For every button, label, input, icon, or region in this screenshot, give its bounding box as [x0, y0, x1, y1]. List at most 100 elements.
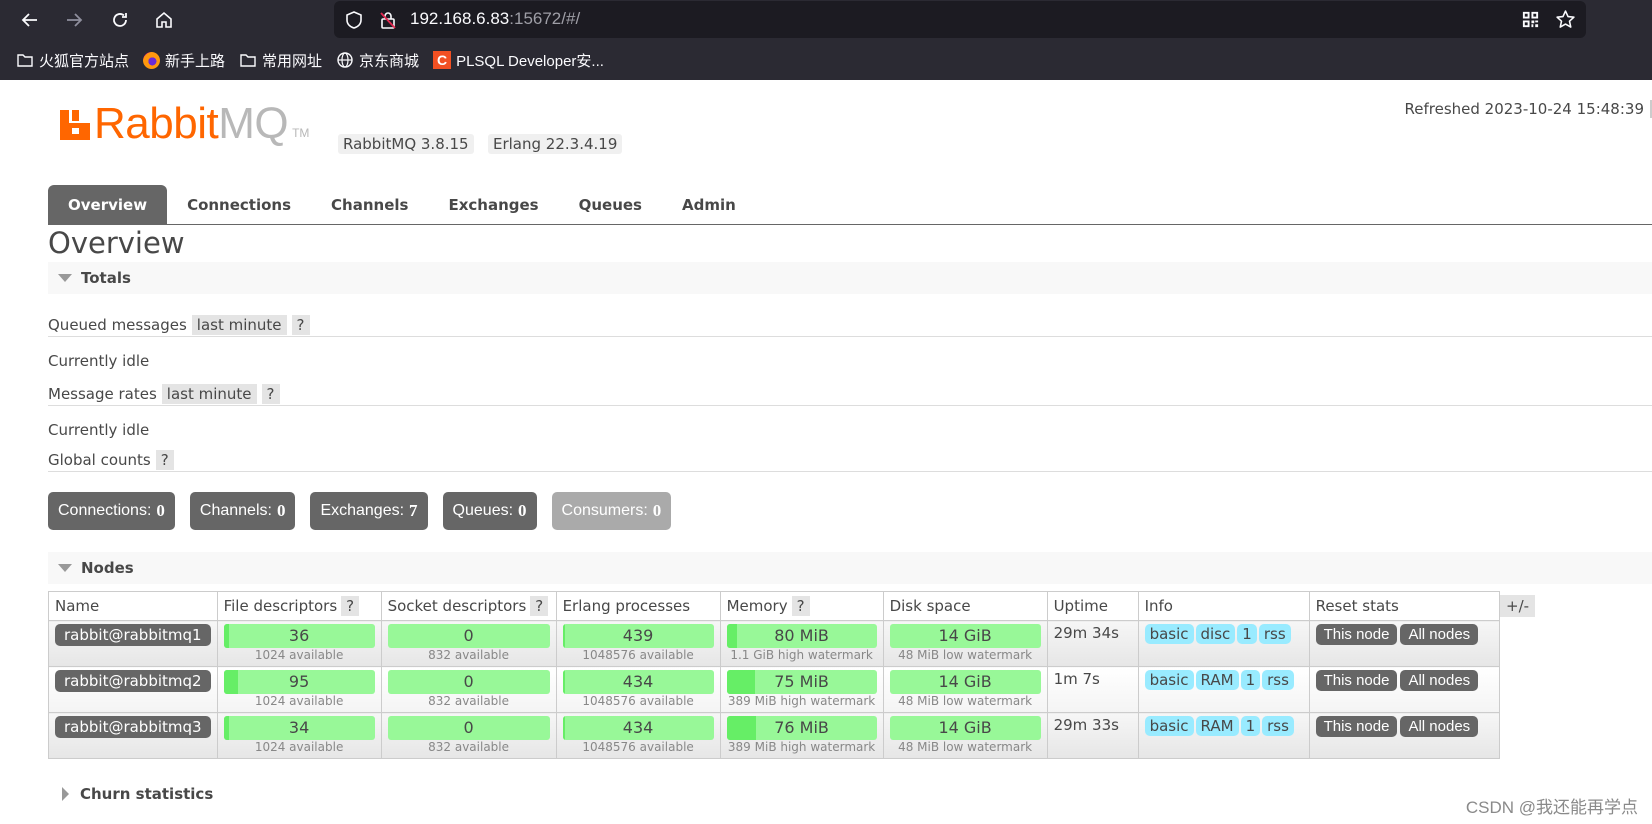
node-row: rabbit@rabbitmq3 34 1024 available 0 832 a…: [48, 712, 1500, 759]
bar-value: 34: [288, 718, 310, 737]
count-label: Consumers:: [561, 502, 648, 519]
shield-icon[interactable]: [344, 10, 364, 30]
address-bar[interactable]: 192.168.6.83:15672/#/: [334, 1, 1586, 38]
info-tag: basic: [1144, 670, 1194, 690]
bookmark-item[interactable]: 京东商城: [336, 50, 419, 71]
global-counts-label: Global counts: [48, 450, 151, 469]
help-button[interactable]: ?: [155, 449, 174, 470]
bar-subtext: 389 MiB high watermark: [727, 740, 876, 754]
bar-subtext: 48 MiB low watermark: [898, 648, 1033, 662]
bookmark-star-icon[interactable]: [1555, 9, 1576, 30]
bookmark-label: 新手上路: [165, 52, 226, 70]
help-button[interactable]: ?: [341, 596, 360, 616]
reset-this-node-button[interactable]: This node: [1315, 624, 1398, 645]
back-button[interactable]: [16, 6, 44, 34]
memory-cell: 80 MiB 1.1 GiB high watermark: [719, 620, 884, 667]
tab-exchanges[interactable]: Exchanges: [428, 185, 558, 225]
qr-code-icon[interactable]: [1521, 10, 1540, 29]
rabbitmq-logo-icon: [60, 110, 90, 140]
bookmark-item[interactable]: C PLSQL Developer安...: [433, 50, 604, 71]
exchanges-count[interactable]: Exchanges: 7: [310, 492, 428, 530]
count-label: Channels:: [199, 502, 272, 519]
section-title: Churn statistics: [80, 785, 214, 803]
firefox-icon: [143, 51, 161, 69]
disk-space-bar: 14 GiB: [889, 716, 1041, 740]
totals-section-header[interactable]: Totals: [48, 262, 1652, 294]
bar-value: 434: [622, 672, 654, 691]
bookmark-item[interactable]: 火狐官方站点: [16, 50, 129, 71]
col-memory: Memory?: [719, 591, 884, 621]
url-text[interactable]: 192.168.6.83:15672/#/: [410, 9, 580, 29]
bar-subtext: 389 MiB high watermark: [727, 694, 876, 708]
collapse-triangle-icon: [58, 274, 72, 282]
globe-icon: [337, 52, 353, 68]
bar-subtext: 1048576 available: [582, 648, 694, 662]
bookmark-item[interactable]: 常用网址: [239, 50, 322, 71]
channels-count[interactable]: Channels: 0: [189, 492, 296, 530]
help-button[interactable]: ?: [530, 596, 549, 616]
help-button[interactable]: ?: [261, 383, 280, 404]
info-cell: basic RAM 1 rss: [1137, 712, 1310, 759]
churn-section-header[interactable]: Churn statistics: [48, 778, 1652, 810]
reset-stats-cell: This node All nodes: [1308, 620, 1500, 667]
tab-queues[interactable]: Queues: [559, 185, 662, 225]
page-title: Overview: [48, 226, 185, 260]
erlang-processes-cell: 434 1048576 available: [555, 666, 721, 713]
bar-subtext: 1024 available: [254, 648, 344, 662]
bar-value: 434: [622, 718, 654, 737]
bar-subtext: 832 available: [428, 694, 510, 708]
erlang-processes-bar: 439: [562, 624, 714, 648]
erlang-processes-cell: 439 1048576 available: [555, 620, 721, 667]
uptime-cell: 29m 33s: [1046, 712, 1139, 759]
info-tag: 1: [1240, 716, 1261, 736]
tab-admin[interactable]: Admin: [662, 185, 756, 225]
socket-descriptors-bar: 0: [387, 624, 550, 648]
nodes-section-header[interactable]: Nodes: [48, 552, 1652, 584]
arrow-left-icon: [21, 13, 37, 27]
node-name-link[interactable]: rabbit@rabbitmq2: [55, 670, 211, 692]
node-name-link[interactable]: rabbit@rabbitmq1: [55, 624, 211, 646]
bookmark-item[interactable]: 新手上路: [143, 50, 225, 71]
column-label: Disk space: [889, 597, 971, 615]
home-button[interactable]: [150, 6, 178, 34]
reset-all-nodes-button[interactable]: All nodes: [1400, 624, 1479, 645]
queued-messages-row: Queued messages last minute ?: [48, 313, 1652, 337]
folder-icon: [240, 54, 256, 67]
bar-subtext: 1.1 GiB high watermark: [730, 648, 873, 662]
col-file-descriptors: File descriptors?: [216, 591, 382, 621]
rates-range-selector[interactable]: last minute: [161, 383, 257, 404]
count-label: Exchanges:: [320, 502, 405, 519]
column-toggle-button[interactable]: +/-: [1500, 595, 1536, 617]
socket-descriptors-cell: 0 832 available: [380, 712, 557, 759]
help-button[interactable]: ?: [791, 596, 810, 616]
tab-connections[interactable]: Connections: [167, 185, 311, 225]
connections-count[interactable]: Connections: 0: [48, 492, 175, 530]
col-name: Name: [48, 591, 218, 621]
consumers-count: Consumers: 0: [551, 492, 672, 530]
node-name-link[interactable]: rabbit@rabbitmq3: [55, 716, 211, 738]
column-label: Info: [1144, 597, 1173, 615]
insecure-lock-icon[interactable]: [378, 10, 398, 30]
info-tag: rss: [1258, 624, 1291, 644]
tab-overview[interactable]: Overview: [48, 185, 168, 225]
bar-fill: [562, 716, 565, 740]
rabbitmq-page: RabbitMQ TM RabbitMQ 3.8.15 Erlang 22.3.…: [0, 80, 1652, 824]
bar-fill: [726, 670, 756, 694]
reload-button[interactable]: [106, 6, 134, 34]
reset-this-node-button[interactable]: This node: [1315, 716, 1398, 737]
forward-button[interactable]: [60, 6, 88, 34]
help-button[interactable]: ?: [291, 314, 310, 335]
rabbitmq-logo[interactable]: RabbitMQ TM: [60, 102, 309, 146]
bar-subtext: 48 MiB low watermark: [898, 740, 1033, 754]
tab-channels[interactable]: Channels: [311, 185, 428, 225]
reset-all-nodes-button[interactable]: All nodes: [1400, 716, 1479, 737]
queues-count[interactable]: Queues: 0: [442, 492, 537, 530]
collapse-triangle-icon: [58, 564, 72, 572]
reset-this-node-button[interactable]: This node: [1315, 670, 1398, 691]
column-label: Memory: [726, 597, 788, 615]
col-reset-stats: Reset stats: [1308, 591, 1500, 621]
queued-range-selector[interactable]: last minute: [191, 314, 287, 335]
reset-all-nodes-button[interactable]: All nodes: [1400, 670, 1479, 691]
disk-space-bar: 14 GiB: [889, 670, 1041, 694]
bar-subtext: 832 available: [428, 740, 510, 754]
